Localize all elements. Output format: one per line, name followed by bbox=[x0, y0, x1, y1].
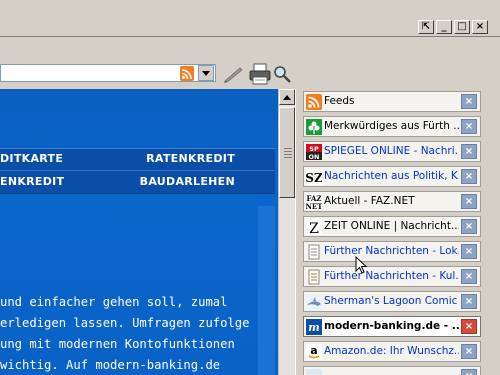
feed-item-active[interactable]: m modern-banking.de - ... × bbox=[303, 316, 481, 337]
zeit-icon: Z bbox=[306, 219, 322, 237]
feed-item[interactable]: SP ON SPIEGEL ONLINE - Nachri... × bbox=[303, 141, 481, 162]
article-line: ung mit modernen Kontofunktionen bbox=[0, 337, 235, 351]
feed-label: Nachrichten aus Politik, K... bbox=[324, 170, 459, 182]
feed-label: SPIEGEL ONLINE - Nachri... bbox=[324, 145, 459, 157]
restore-icon[interactable]: ⇱ bbox=[418, 20, 434, 34]
shark-icon bbox=[306, 294, 322, 310]
article-line: und einfacher gehen soll, zumal bbox=[0, 295, 228, 309]
close-feed-button[interactable]: × bbox=[461, 119, 477, 134]
modern-banking-icon: m bbox=[306, 319, 322, 335]
scroll-up-button[interactable] bbox=[279, 89, 295, 105]
svg-text:a: a bbox=[310, 344, 317, 357]
grip-line bbox=[284, 154, 292, 155]
close-feed-button[interactable]: × bbox=[461, 219, 477, 234]
nav-link-kredit[interactable]: ENKREDIT bbox=[0, 175, 64, 188]
maximize-button[interactable]: □ bbox=[454, 20, 470, 34]
feed-icon bbox=[306, 369, 322, 375]
document-icon bbox=[306, 244, 322, 260]
title-bar: ⇱ _ □ × bbox=[0, 0, 500, 38]
document-icon bbox=[306, 269, 322, 285]
rss-icon[interactable] bbox=[180, 66, 194, 81]
nav-row-1: DITKARTE RATENKREDIT bbox=[0, 152, 275, 172]
feed-label: Sherman's Lagoon Comic ... bbox=[324, 295, 459, 307]
feed-label: Amazon.de: Ihr Wunschz... bbox=[324, 345, 459, 357]
feeds-sidebar: Feeds × Merkwürdiges aus Fürth ... × SP O… bbox=[300, 89, 500, 375]
close-feed-button[interactable]: × bbox=[461, 319, 477, 334]
close-feed-button[interactable]: × bbox=[461, 369, 477, 375]
window-controls: ⇱ _ □ × bbox=[418, 20, 488, 34]
svg-text:Z: Z bbox=[309, 221, 319, 235]
svg-text:NET: NET bbox=[306, 202, 322, 210]
feed-item[interactable]: Feeds × bbox=[303, 91, 481, 112]
close-window-button[interactable]: × bbox=[472, 20, 488, 34]
toolbar bbox=[0, 37, 500, 87]
feed-item[interactable]: FAZ NET Aktuell - FAZ.NET × bbox=[303, 191, 481, 212]
svg-text:SZ: SZ bbox=[306, 171, 322, 185]
spiegel-online-icon: SP ON bbox=[306, 144, 322, 161]
minimize-button[interactable]: _ bbox=[436, 20, 452, 34]
close-feed-button[interactable]: × bbox=[461, 169, 477, 184]
article-line: wichtig. Auf modern-banking.de bbox=[0, 358, 221, 372]
pen-icon[interactable] bbox=[222, 65, 244, 83]
feed-label: modern-banking.de - ... bbox=[324, 320, 459, 332]
nav-link-ratenkredit[interactable]: RATENKREDIT bbox=[146, 152, 235, 165]
feed-label: Fürther Nachrichten - Lok... bbox=[324, 245, 459, 257]
close-feed-button[interactable]: × bbox=[461, 244, 477, 259]
close-feed-button[interactable]: × bbox=[461, 344, 477, 359]
dropdown-arrow-icon[interactable] bbox=[198, 65, 214, 81]
grip-line bbox=[284, 148, 292, 149]
close-feed-button[interactable]: × bbox=[461, 144, 477, 159]
nav-link-kreditkarte[interactable]: DITKARTE bbox=[0, 152, 63, 165]
feed-label: Merkwürdiges aus Fürth ... bbox=[324, 120, 459, 132]
faz-net-icon: FAZ NET bbox=[306, 194, 323, 211]
grip-line bbox=[284, 157, 292, 158]
rss-icon bbox=[306, 94, 322, 110]
article-line: erledigen lassen. Umfragen zufolge bbox=[0, 316, 250, 330]
feed-item[interactable]: Merkwürdiges aus Fürth ... × bbox=[303, 116, 481, 137]
close-feed-button[interactable]: × bbox=[461, 194, 477, 209]
scroll-thumb[interactable] bbox=[279, 107, 295, 198]
feed-label: Fürther Nachrichten - Kul... bbox=[324, 270, 459, 282]
feed-label: ZEIT ONLINE | Nachricht... bbox=[324, 220, 459, 232]
close-feed-button[interactable]: × bbox=[461, 94, 477, 109]
magnifier-icon[interactable] bbox=[272, 64, 292, 84]
close-feed-button[interactable]: × bbox=[461, 294, 477, 309]
printer-icon[interactable] bbox=[248, 63, 272, 85]
feed-item[interactable]: Z ZEIT ONLINE | Nachricht... × bbox=[303, 216, 481, 237]
amazon-icon: a bbox=[306, 344, 322, 360]
nav-row-2: ENKREDIT BAUDARLEHEN bbox=[0, 175, 275, 195]
mouse-cursor-icon bbox=[355, 255, 369, 276]
feed-item[interactable]: × bbox=[303, 366, 481, 375]
article-text: und einfacher gehen soll, zumal erledige… bbox=[0, 292, 270, 375]
nav-link-baudarlehen[interactable]: BAUDARLEHEN bbox=[140, 175, 235, 188]
svg-text:SP: SP bbox=[309, 145, 319, 153]
grip-line bbox=[284, 151, 292, 152]
content-scrollbar[interactable] bbox=[278, 89, 295, 375]
close-feed-button[interactable]: × bbox=[461, 269, 477, 284]
feed-label: Feeds bbox=[324, 95, 355, 107]
svg-text:ON: ON bbox=[309, 153, 320, 160]
svg-text:m: m bbox=[308, 321, 320, 334]
feed-item[interactable]: Fürther Nachrichten - Lok... × bbox=[303, 241, 481, 262]
sz-icon: SZ bbox=[305, 169, 323, 185]
feed-item[interactable]: SZ Nachrichten aus Politik, K... × bbox=[303, 166, 481, 187]
feed-item[interactable]: Fürther Nachrichten - Kul... × bbox=[303, 266, 481, 287]
feed-item[interactable]: a Amazon.de: Ihr Wunschz... × bbox=[303, 341, 481, 362]
shamrock-icon bbox=[306, 119, 322, 135]
feed-item[interactable]: Sherman's Lagoon Comic ... × bbox=[303, 291, 481, 312]
app-window: ⇱ _ □ × DITKARTE RATENKREDIT ENKREDIT BA… bbox=[0, 0, 500, 375]
feed-label: Aktuell - FAZ.NET bbox=[324, 195, 415, 207]
web-content: DITKARTE RATENKREDIT ENKREDIT BAUDARLEHE… bbox=[0, 89, 278, 375]
